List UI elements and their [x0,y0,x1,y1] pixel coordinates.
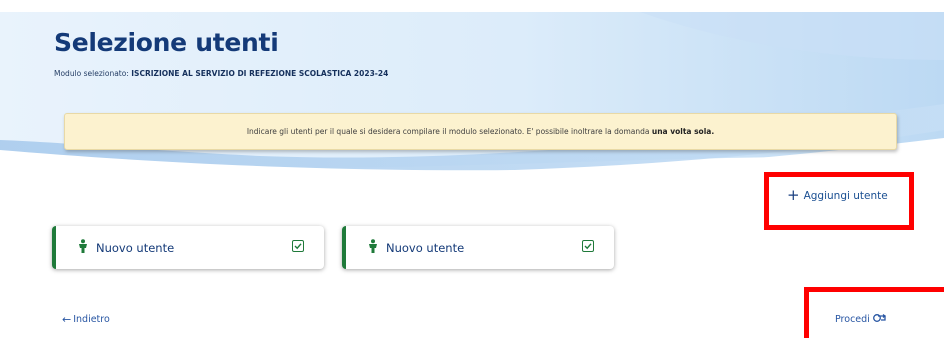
checkbox-checked-icon[interactable] [292,240,304,252]
person-icon [78,239,88,256]
proceed-label: Procedi [835,314,870,325]
page-title: Selezione utenti [54,28,279,57]
proceed-icon [872,313,887,326]
proceed-button[interactable]: Procedi [835,313,887,326]
user-card-name: Nuovo utente [386,240,465,255]
module-label: Modulo selezionato: [54,69,129,78]
user-card[interactable]: Nuovo utente [52,226,324,269]
checkbox-checked-icon[interactable] [582,240,594,252]
arrow-left-icon: ← [62,313,72,326]
plus-icon: + [787,186,800,204]
person-icon [368,239,378,256]
back-link[interactable]: ← Indietro [62,313,110,326]
user-card-name: Nuovo utente [96,240,175,255]
notice-text: Indicare gli utenti per il quale si desi… [246,127,650,136]
add-user-button[interactable]: + Aggiungi utente [787,188,888,203]
user-card[interactable]: Nuovo utente [342,226,614,269]
notice-emphasis: una volta sola. [651,127,715,136]
info-notice: Indicare gli utenti per il quale si desi… [64,113,897,150]
selected-module-line: Modulo selezionato: ISCRIZIONE AL SERVIZ… [54,69,388,78]
module-value: ISCRIZIONE AL SERVIZIO DI REFEZIONE SCOL… [131,69,389,78]
back-label: Indietro [73,314,110,325]
add-user-label: Aggiungi utente [803,189,888,202]
